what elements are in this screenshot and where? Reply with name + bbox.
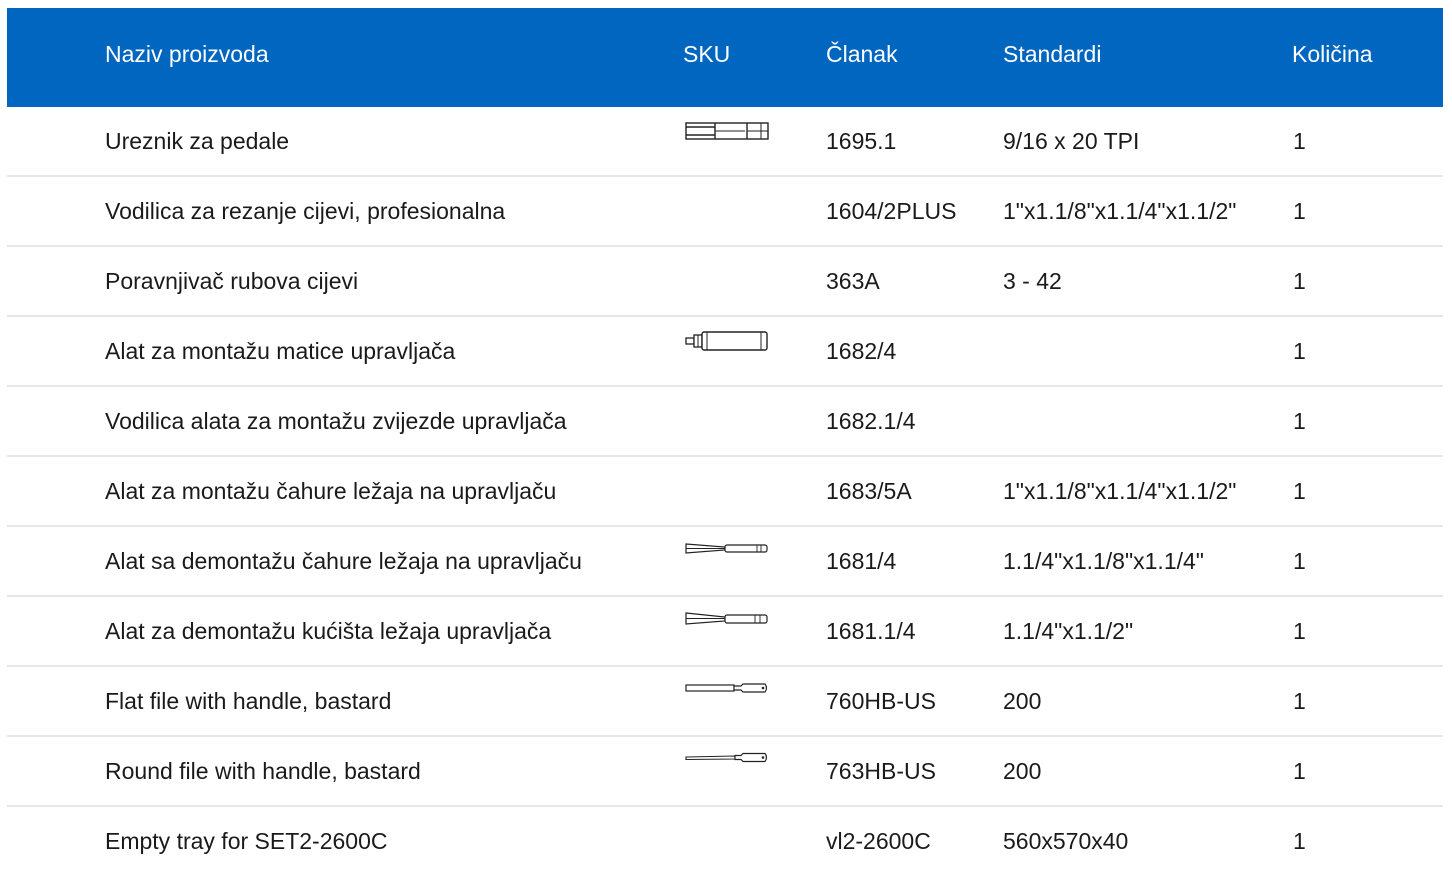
header-standards: Standardi bbox=[1003, 41, 1102, 67]
row-quantity: 1 bbox=[1293, 688, 1306, 714]
row-quantity: 1 bbox=[1293, 758, 1306, 784]
row-article: 763HB-US bbox=[826, 758, 936, 784]
table-row: Vodilica alata za montažu zvijezde uprav… bbox=[7, 387, 1443, 457]
row-name: Alat za montažu matice upravljača bbox=[105, 338, 456, 364]
table-row: Poravnjivač rubova cijevi 363A 3 - 42 1 bbox=[7, 247, 1443, 317]
row-standards: 200 bbox=[1003, 688, 1042, 714]
table-header: Naziv proizvoda SKU Članak Standardi Kol… bbox=[7, 8, 1443, 107]
header-sku: SKU bbox=[683, 41, 731, 67]
row-article: 1604/2PLUS bbox=[826, 198, 957, 224]
row-name: Alat sa demontažu čahure ležaja na uprav… bbox=[105, 548, 582, 574]
row-article: 1682/4 bbox=[826, 338, 897, 364]
row-article: 363A bbox=[826, 268, 880, 294]
header-name: Naziv proizvoda bbox=[105, 41, 269, 67]
table-row: Alat za demontažu kućišta ležaja upravlj… bbox=[7, 597, 1443, 667]
row-standards: 1"x1.1/8"x1.1/4"x1.1/2" bbox=[1003, 198, 1237, 224]
row-quantity: 1 bbox=[1293, 338, 1306, 364]
row-quantity: 1 bbox=[1293, 128, 1306, 154]
pedal-tap-icon bbox=[685, 121, 769, 143]
row-quantity: 1 bbox=[1293, 478, 1306, 504]
row-name: Flat file with handle, bastard bbox=[105, 688, 392, 714]
row-name: Vodilica alata za montažu zvijezde uprav… bbox=[105, 408, 567, 434]
row-article: 1681.1/4 bbox=[826, 618, 916, 644]
row-standards: 1.1/4"x1.1/8"x1.1/4" bbox=[1003, 548, 1204, 574]
table-row: Alat za montažu matice upravljača 1682/4… bbox=[7, 317, 1443, 387]
row-quantity: 1 bbox=[1293, 618, 1306, 644]
row-standards: 3 - 42 bbox=[1003, 268, 1062, 294]
row-article: 1681/4 bbox=[826, 548, 897, 574]
cup-remover-icon bbox=[685, 611, 769, 633]
table-row: Alat sa demontažu čahure ležaja na uprav… bbox=[7, 527, 1443, 597]
row-quantity: 1 bbox=[1293, 408, 1306, 434]
row-quantity: 1 bbox=[1293, 828, 1306, 854]
row-name: Alat za montažu čahure ležaja na upravlj… bbox=[105, 478, 557, 504]
row-standards: 9/16 x 20 TPI bbox=[1003, 128, 1140, 154]
row-article: 1682.1/4 bbox=[826, 408, 916, 434]
row-article: 760HB-US bbox=[826, 688, 936, 714]
flat-file-icon bbox=[685, 681, 769, 703]
table-row: Vodilica za rezanje cijevi, profesionaln… bbox=[7, 177, 1443, 247]
row-name: Ureznik za pedale bbox=[105, 128, 290, 154]
nut-setting-tool-icon bbox=[685, 331, 769, 353]
header-article: Članak bbox=[826, 41, 898, 67]
header-quantity: Količina bbox=[1292, 41, 1373, 67]
row-name: Round file with handle, bastard bbox=[105, 758, 421, 784]
table-row: Ureznik za pedale 1695.1 9/16 x 20 TPI 1 bbox=[7, 107, 1443, 177]
product-table: Naziv proizvoda SKU Članak Standardi Kol… bbox=[7, 8, 1443, 874]
row-quantity: 1 bbox=[1293, 268, 1306, 294]
row-quantity: 1 bbox=[1293, 198, 1306, 224]
row-standards: 1.1/4"x1.1/2" bbox=[1003, 618, 1134, 644]
row-name: Empty tray for SET2-2600C bbox=[105, 828, 388, 854]
row-name: Alat za demontažu kućišta ležaja upravlj… bbox=[105, 618, 552, 644]
row-article: 1683/5A bbox=[826, 478, 912, 504]
row-standards: 560x570x40 bbox=[1003, 828, 1129, 854]
row-standards: 200 bbox=[1003, 758, 1042, 784]
table-row: Alat za montažu čahure ležaja na upravlj… bbox=[7, 457, 1443, 527]
row-name: Poravnjivač rubova cijevi bbox=[105, 268, 359, 294]
table-row: Flat file with handle, bastard 760HB-US … bbox=[7, 667, 1443, 737]
round-file-icon bbox=[685, 751, 769, 773]
row-quantity: 1 bbox=[1293, 548, 1306, 574]
cup-remover-icon bbox=[685, 541, 769, 563]
table-row: Round file with handle, bastard 763HB-US… bbox=[7, 737, 1443, 807]
row-name: Vodilica za rezanje cijevi, profesionaln… bbox=[105, 198, 506, 224]
row-article: vl2-2600C bbox=[826, 828, 931, 854]
table-row: Empty tray for SET2-2600C vl2-2600C 560x… bbox=[7, 807, 1443, 874]
row-standards: 1"x1.1/8"x1.1/4"x1.1/2" bbox=[1003, 478, 1237, 504]
row-article: 1695.1 bbox=[826, 128, 897, 154]
